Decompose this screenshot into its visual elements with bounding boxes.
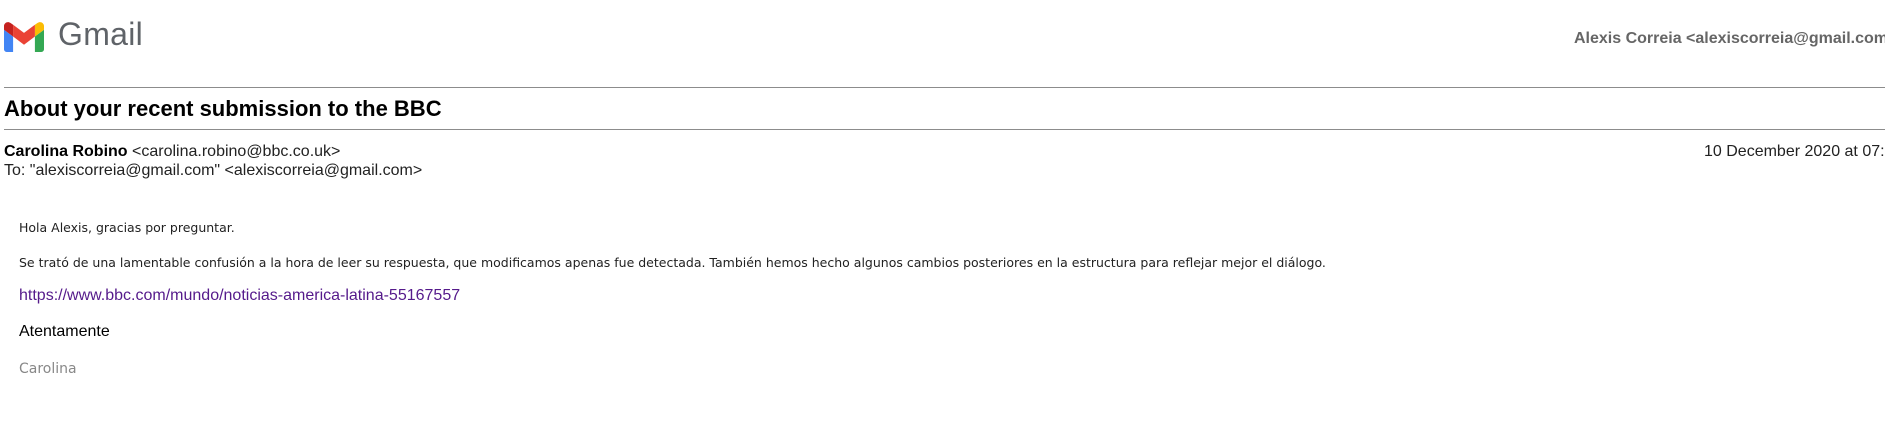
account-label: Alexis Correia <alexiscorreia@gmail.com> (1574, 30, 1885, 47)
recipient-line: To: "alexiscorreia@gmail.com" <alexiscor… (4, 162, 423, 179)
subject-divider (4, 129, 1885, 130)
header-divider (4, 87, 1885, 88)
sender-line: Carolina Robino <carolina.robino@bbc.co.… (4, 143, 340, 161)
body-signature: Carolina (19, 361, 77, 377)
sender-name: Carolina Robino (4, 143, 128, 160)
gmail-print-view: Gmail Alexis Correia <alexiscorreia@gmai… (0, 0, 1885, 442)
header: Gmail Alexis Correia <alexiscorreia@gmai… (0, 0, 1885, 86)
body-paragraph: Se trató de una lamentable confusión a l… (19, 255, 1326, 270)
body-greeting: Hola Alexis, gracias por preguntar. (19, 220, 235, 235)
body-closing: Atentamente (19, 323, 110, 340)
message-date: 10 December 2020 at 07: (1704, 143, 1885, 160)
message-subject: About your recent submission to the BBC (4, 96, 442, 121)
article-link[interactable]: https://www.bbc.com/mundo/noticias-ameri… (19, 287, 460, 305)
sender-email: <carolina.robino@bbc.co.uk> (132, 143, 341, 160)
